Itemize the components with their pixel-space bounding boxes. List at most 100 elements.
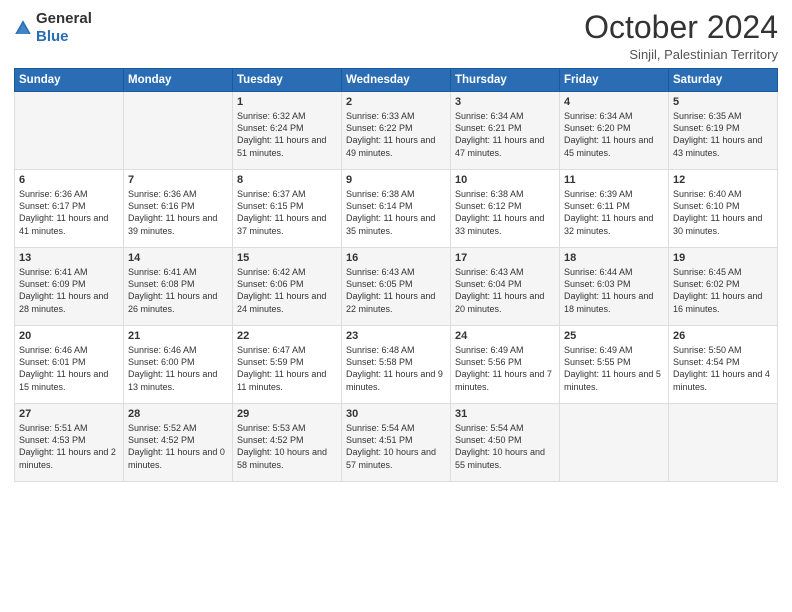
cell-info: Sunrise: 6:38 AMSunset: 6:12 PMDaylight:… xyxy=(455,188,555,237)
calendar-week-row: 6Sunrise: 6:36 AMSunset: 6:17 PMDaylight… xyxy=(15,170,778,248)
calendar-cell: 4 Sunrise: 6:34 AMSunset: 6:20 PMDaylight… xyxy=(560,92,669,170)
calendar-cell xyxy=(124,92,233,170)
logo-blue: Blue xyxy=(36,28,69,45)
calendar-cell: 2Sunrise: 6:33 AMSunset: 6:22 PMDaylight… xyxy=(342,92,451,170)
logo-icon xyxy=(14,19,32,37)
cell-info: Sunrise: 5:53 AMSunset: 4:52 PMDaylight:… xyxy=(237,422,337,471)
cell-info: Sunrise: 6:48 AMSunset: 5:58 PMDaylight:… xyxy=(346,344,446,393)
main-container: General Blue October 2024 Sinjil, Palest… xyxy=(0,0,792,490)
calendar-cell xyxy=(560,404,669,482)
calendar-cell: 1 Sunrise: 6:32 AMSunset: 6:24 PMDaylight… xyxy=(233,92,342,170)
day-number: 21 xyxy=(128,330,228,342)
location: Sinjil, Palestinian Territory xyxy=(584,47,778,62)
calendar-cell: 10 Sunrise: 6:38 AMSunset: 6:12 PMDayligh… xyxy=(451,170,560,248)
calendar-cell: 30 Sunrise: 5:54 AMSunset: 4:51 PMDayligh… xyxy=(342,404,451,482)
calendar-cell: 29 Sunrise: 5:53 AMSunset: 4:52 PMDayligh… xyxy=(233,404,342,482)
calendar-cell: 5 Sunrise: 6:35 AMSunset: 6:19 PMDaylight… xyxy=(669,92,778,170)
calendar-table: SundayMondayTuesdayWednesdayThursdayFrid… xyxy=(14,68,778,482)
day-number: 10 xyxy=(455,174,555,186)
day-number: 31 xyxy=(455,408,555,420)
day-number: 25 xyxy=(564,330,664,342)
calendar-week-row: 1 Sunrise: 6:32 AMSunset: 6:24 PMDaylight… xyxy=(15,92,778,170)
day-number: 18 xyxy=(564,252,664,264)
cell-info: Sunrise: 6:41 AMSunset: 6:08 PMDaylight:… xyxy=(128,266,228,315)
cell-info: Sunrise: 6:37 AMSunset: 6:15 PMDaylight:… xyxy=(237,188,337,237)
day-number: 15 xyxy=(237,252,337,264)
cell-info: Sunrise: 6:49 AMSunset: 5:56 PMDaylight:… xyxy=(455,344,555,393)
day-number: 5 xyxy=(673,96,773,108)
cell-info: Sunrise: 6:45 AMSunset: 6:02 PMDaylight:… xyxy=(673,266,773,315)
calendar-cell: 16 Sunrise: 6:43 AMSunset: 6:05 PMDayligh… xyxy=(342,248,451,326)
cell-info: Sunrise: 6:44 AMSunset: 6:03 PMDaylight:… xyxy=(564,266,664,315)
day-number: 24 xyxy=(455,330,555,342)
cell-info: Sunrise: 6:46 AMSunset: 6:01 PMDaylight:… xyxy=(19,344,119,393)
day-number: 4 xyxy=(564,96,664,108)
cell-info: Sunrise: 6:35 AMSunset: 6:19 PMDaylight:… xyxy=(673,110,773,159)
day-of-week-header: Thursday xyxy=(451,69,560,92)
cell-info: Sunrise: 5:52 AMSunset: 4:52 PMDaylight:… xyxy=(128,422,228,471)
cell-info: Sunrise: 6:47 AMSunset: 5:59 PMDaylight:… xyxy=(237,344,337,393)
day-number: 3 xyxy=(455,96,555,108)
day-number: 16 xyxy=(346,252,446,264)
day-number: 7 xyxy=(128,174,228,186)
day-number: 8 xyxy=(237,174,337,186)
title-section: October 2024 Sinjil, Palestinian Territo… xyxy=(584,10,778,62)
calendar-cell: 6Sunrise: 6:36 AMSunset: 6:17 PMDaylight… xyxy=(15,170,124,248)
day-of-week-header: Monday xyxy=(124,69,233,92)
cell-info: Sunrise: 6:36 AMSunset: 6:16 PMDaylight:… xyxy=(128,188,228,237)
day-number: 19 xyxy=(673,252,773,264)
cell-info: Sunrise: 5:51 AMSunset: 4:53 PMDaylight:… xyxy=(19,422,119,471)
cell-info: Sunrise: 6:33 AMSunset: 6:22 PMDaylight:… xyxy=(346,110,446,159)
cell-info: Sunrise: 5:54 AMSunset: 4:50 PMDaylight:… xyxy=(455,422,555,471)
cell-info: Sunrise: 6:34 AMSunset: 6:20 PMDaylight:… xyxy=(564,110,664,159)
calendar-cell: 17Sunrise: 6:43 AMSunset: 6:04 PMDayligh… xyxy=(451,248,560,326)
calendar-cell: 20 Sunrise: 6:46 AMSunset: 6:01 PMDayligh… xyxy=(15,326,124,404)
calendar-cell: 22 Sunrise: 6:47 AMSunset: 5:59 PMDayligh… xyxy=(233,326,342,404)
day-number: 12 xyxy=(673,174,773,186)
calendar-cell xyxy=(15,92,124,170)
day-number: 22 xyxy=(237,330,337,342)
cell-info: Sunrise: 6:49 AMSunset: 5:55 PMDaylight:… xyxy=(564,344,664,393)
day-of-week-header: Sunday xyxy=(15,69,124,92)
calendar-cell: 27Sunrise: 5:51 AMSunset: 4:53 PMDayligh… xyxy=(15,404,124,482)
cell-info: Sunrise: 6:36 AMSunset: 6:17 PMDaylight:… xyxy=(19,188,119,237)
calendar-cell: 26 Sunrise: 5:50 AMSunset: 4:54 PMDayligh… xyxy=(669,326,778,404)
header-row: SundayMondayTuesdayWednesdayThursdayFrid… xyxy=(15,69,778,92)
day-number: 30 xyxy=(346,408,446,420)
day-number: 29 xyxy=(237,408,337,420)
cell-info: Sunrise: 6:43 AMSunset: 6:05 PMDaylight:… xyxy=(346,266,446,315)
cell-info: Sunrise: 6:42 AMSunset: 6:06 PMDaylight:… xyxy=(237,266,337,315)
logo-text: General Blue xyxy=(36,10,92,46)
cell-info: Sunrise: 6:38 AMSunset: 6:14 PMDaylight:… xyxy=(346,188,446,237)
calendar-cell: 12 Sunrise: 6:40 AMSunset: 6:10 PMDayligh… xyxy=(669,170,778,248)
calendar-week-row: 20 Sunrise: 6:46 AMSunset: 6:01 PMDayligh… xyxy=(15,326,778,404)
calendar-cell: 28 Sunrise: 5:52 AMSunset: 4:52 PMDayligh… xyxy=(124,404,233,482)
day-of-week-header: Friday xyxy=(560,69,669,92)
day-number: 26 xyxy=(673,330,773,342)
cell-info: Sunrise: 5:50 AMSunset: 4:54 PMDaylight:… xyxy=(673,344,773,393)
cell-info: Sunrise: 6:34 AMSunset: 6:21 PMDaylight:… xyxy=(455,110,555,159)
day-number: 28 xyxy=(128,408,228,420)
day-number: 20 xyxy=(19,330,119,342)
calendar-cell: 14Sunrise: 6:41 AMSunset: 6:08 PMDayligh… xyxy=(124,248,233,326)
day-number: 9 xyxy=(346,174,446,186)
cell-info: Sunrise: 6:32 AMSunset: 6:24 PMDaylight:… xyxy=(237,110,337,159)
cell-info: Sunrise: 6:46 AMSunset: 6:00 PMDaylight:… xyxy=(128,344,228,393)
cell-info: Sunrise: 6:40 AMSunset: 6:10 PMDaylight:… xyxy=(673,188,773,237)
logo-general: General xyxy=(36,10,92,27)
day-of-week-header: Tuesday xyxy=(233,69,342,92)
calendar-cell: 18 Sunrise: 6:44 AMSunset: 6:03 PMDayligh… xyxy=(560,248,669,326)
calendar-cell: 21 Sunrise: 6:46 AMSunset: 6:00 PMDayligh… xyxy=(124,326,233,404)
calendar-cell: 13Sunrise: 6:41 AMSunset: 6:09 PMDayligh… xyxy=(15,248,124,326)
calendar-cell: 7 Sunrise: 6:36 AMSunset: 6:16 PMDaylight… xyxy=(124,170,233,248)
calendar-week-row: 27Sunrise: 5:51 AMSunset: 4:53 PMDayligh… xyxy=(15,404,778,482)
day-number: 23 xyxy=(346,330,446,342)
day-number: 1 xyxy=(237,96,337,108)
calendar-cell: 15 Sunrise: 6:42 AMSunset: 6:06 PMDayligh… xyxy=(233,248,342,326)
day-of-week-header: Saturday xyxy=(669,69,778,92)
month-title: October 2024 xyxy=(584,10,778,45)
cell-info: Sunrise: 6:41 AMSunset: 6:09 PMDaylight:… xyxy=(19,266,119,315)
calendar-cell: 3 Sunrise: 6:34 AMSunset: 6:21 PMDaylight… xyxy=(451,92,560,170)
cell-info: Sunrise: 5:54 AMSunset: 4:51 PMDaylight:… xyxy=(346,422,446,471)
calendar-cell: 19 Sunrise: 6:45 AMSunset: 6:02 PMDayligh… xyxy=(669,248,778,326)
